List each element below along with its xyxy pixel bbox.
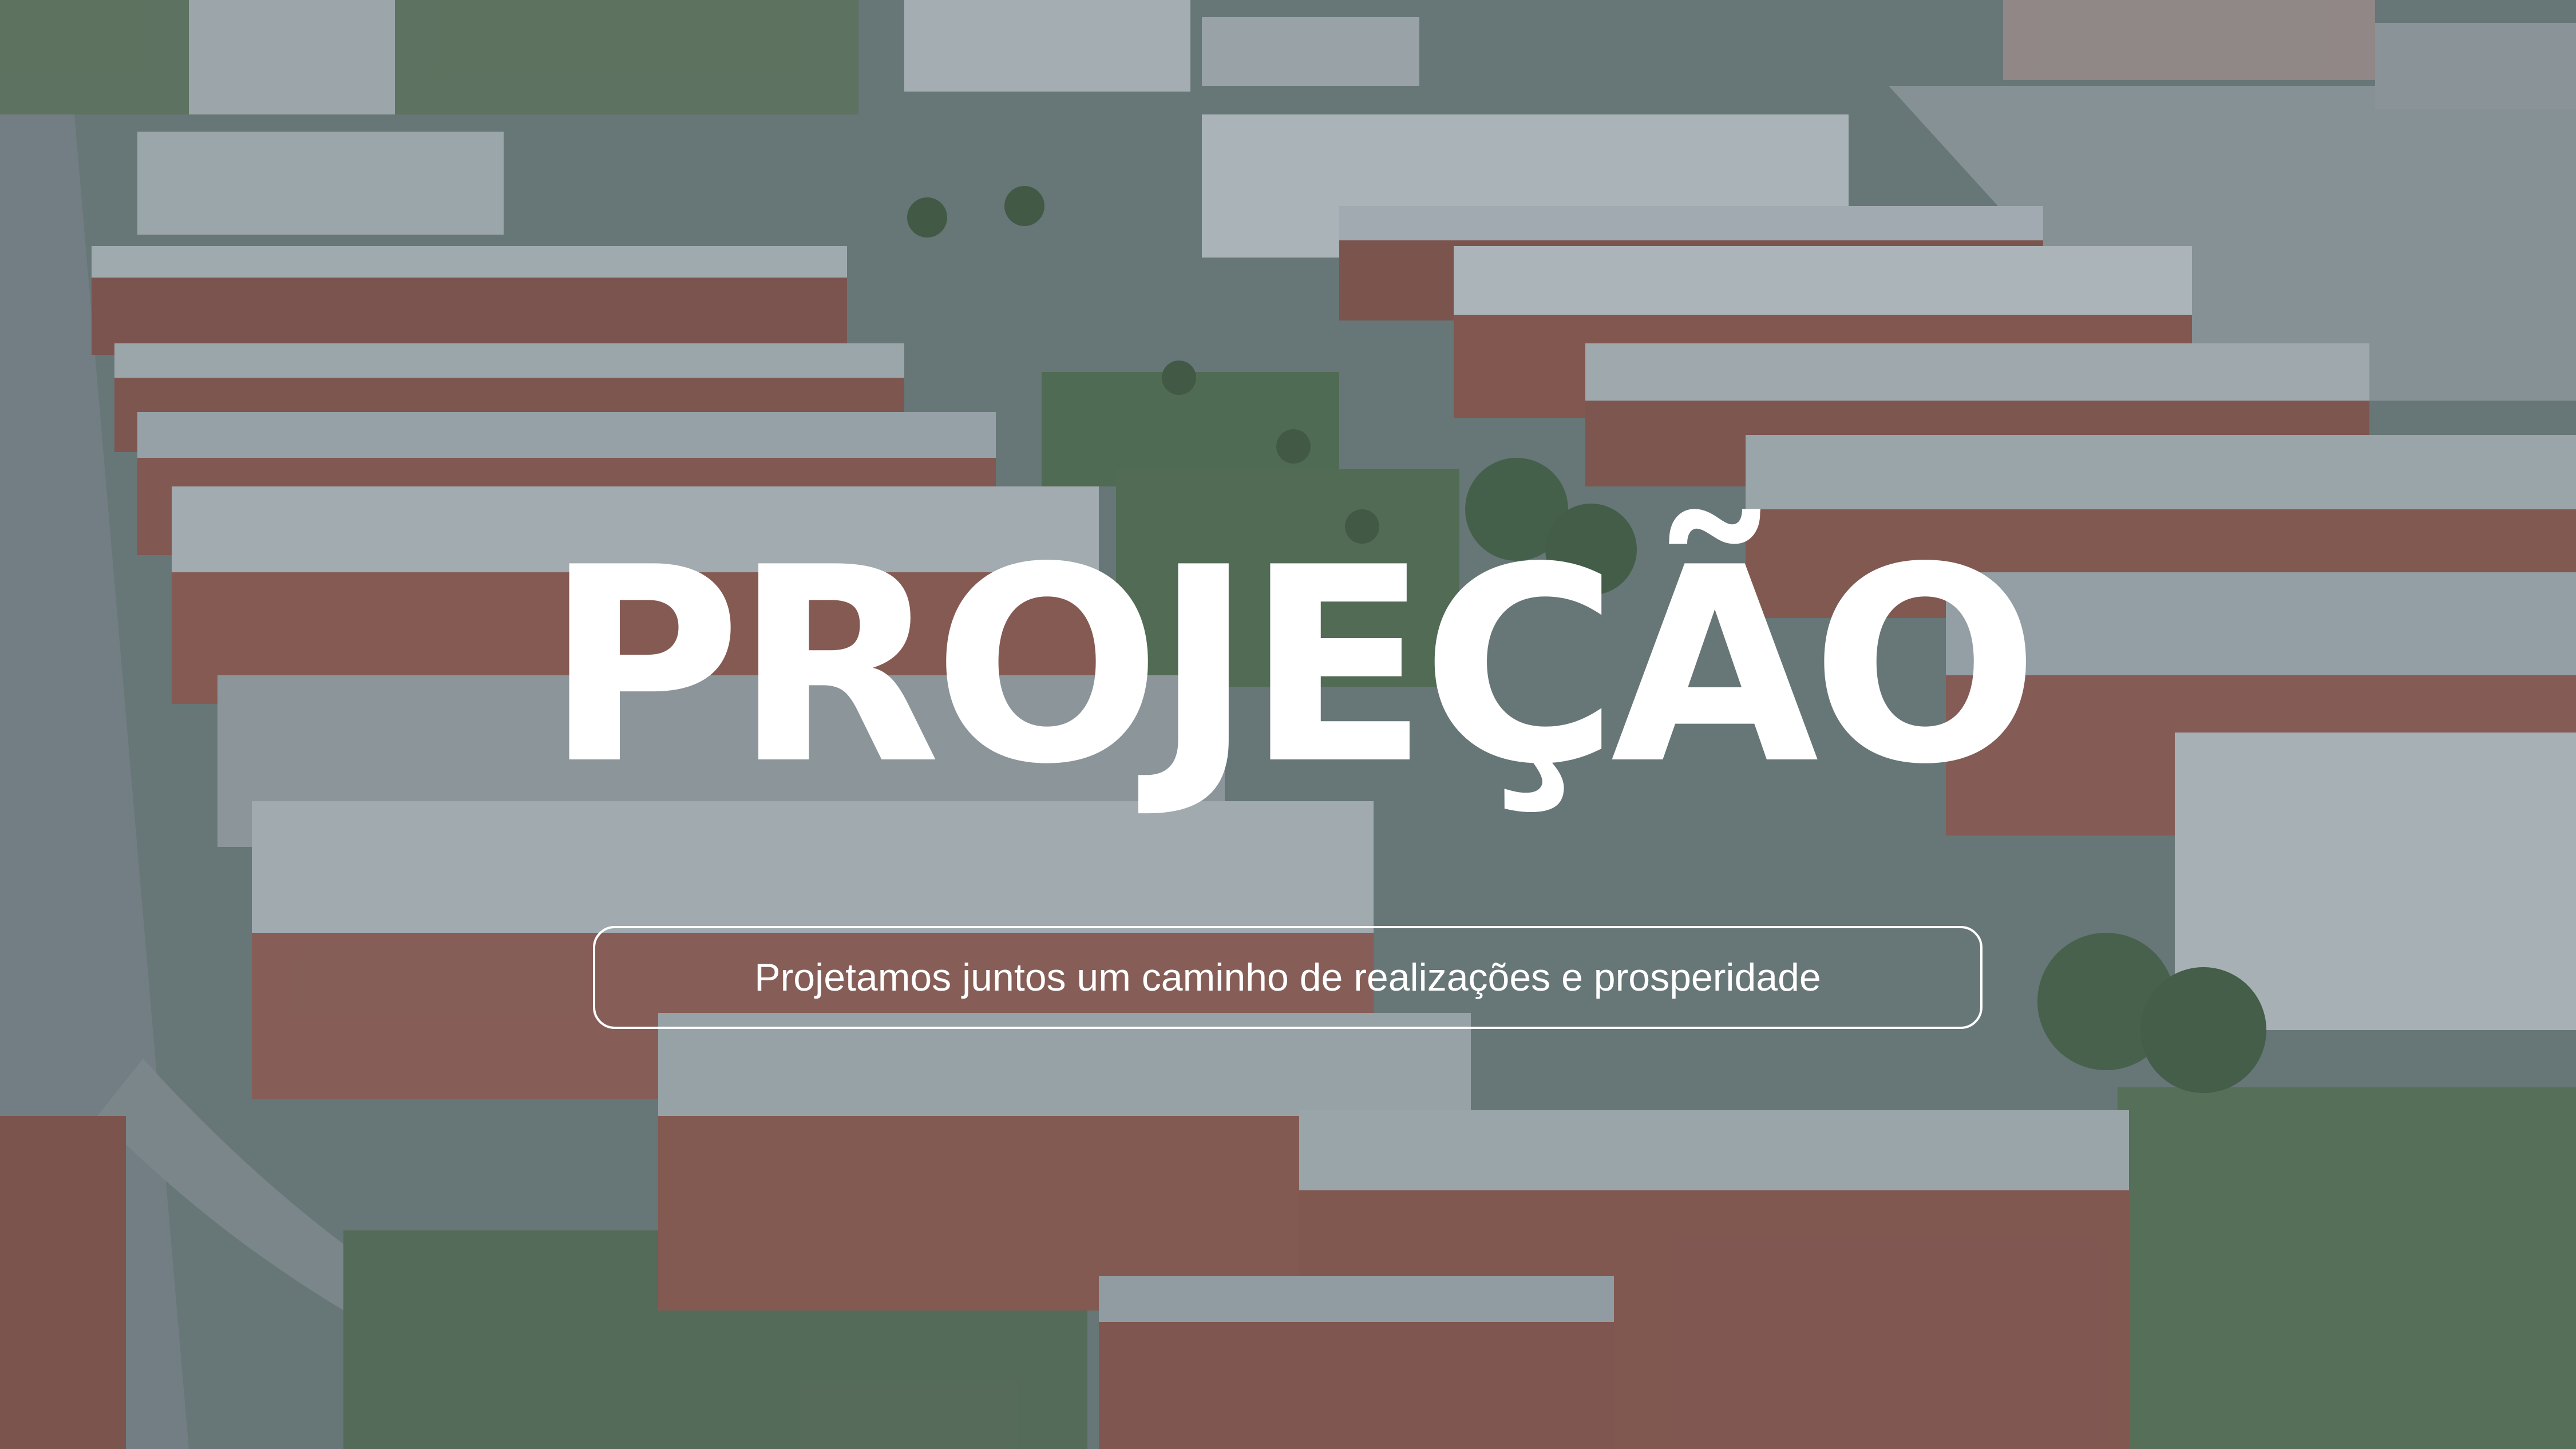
hero-title: PROJEÇÃO [544, 510, 2039, 823]
hero-banner: PROJEÇÃO Projetamos juntos um caminho de… [0, 0, 2576, 1449]
hero-tagline-text: Projetamos juntos um caminho de realizaç… [754, 956, 1821, 999]
hero-tagline-pill: Projetamos juntos um caminho de realizaç… [593, 926, 1983, 1029]
